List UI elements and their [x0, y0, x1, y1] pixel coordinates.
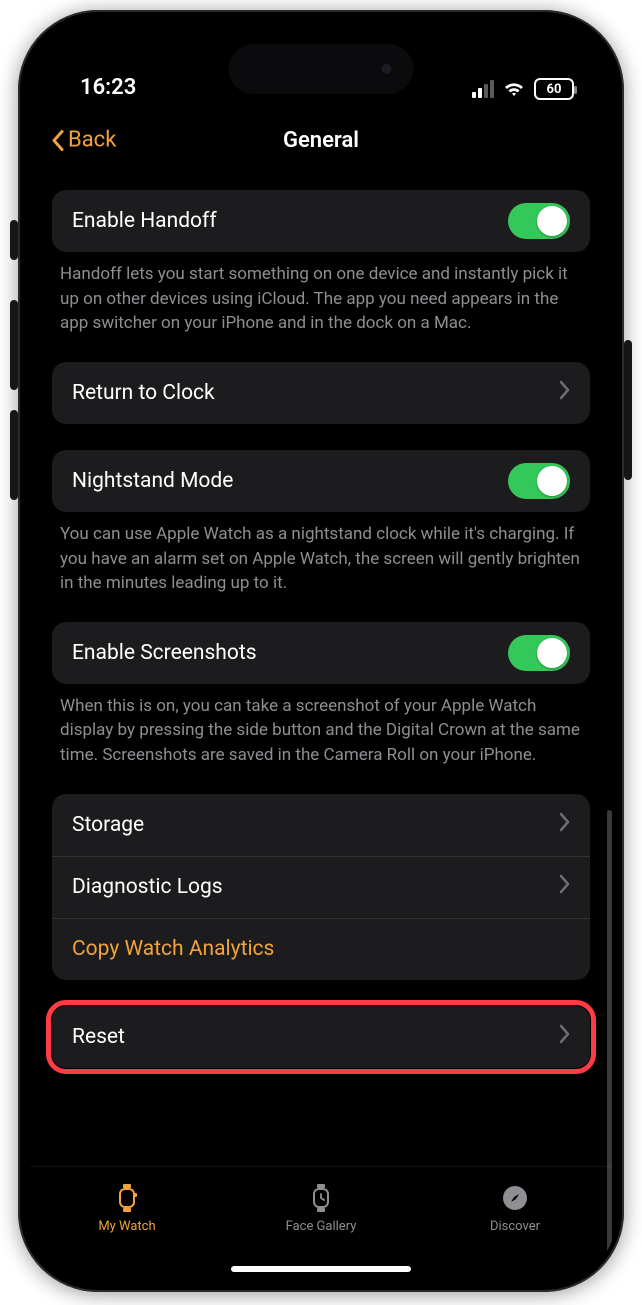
tab-label: My Watch — [98, 1219, 155, 1234]
row-label: Nightstand Mode — [72, 469, 508, 493]
tab-label: Discover — [490, 1219, 540, 1234]
row-label: Enable Handoff — [72, 209, 508, 233]
toggle-handoff[interactable] — [508, 203, 570, 239]
front-camera — [380, 62, 394, 76]
row-diagnostic-logs[interactable]: Diagnostic Logs — [52, 856, 590, 918]
side-button-silent — [10, 220, 18, 260]
tab-label: Face Gallery — [286, 1219, 357, 1234]
compass-icon — [500, 1183, 530, 1213]
row-label: Copy Watch Analytics — [72, 937, 570, 961]
back-label: Back — [68, 128, 116, 153]
row-label: Diagnostic Logs — [72, 875, 558, 899]
dynamic-island — [229, 44, 414, 94]
row-nightstand-mode[interactable]: Nightstand Mode — [52, 450, 590, 512]
side-button-power — [624, 340, 632, 480]
screenshots-description: When this is on, you can take a screensh… — [52, 684, 590, 768]
row-label: Reset — [72, 1025, 558, 1049]
watch-face-icon — [306, 1183, 336, 1213]
row-enable-screenshots[interactable]: Enable Screenshots — [52, 622, 590, 684]
chevron-right-icon — [558, 380, 570, 406]
tab-my-watch[interactable]: My Watch — [31, 1183, 223, 1234]
side-button-vol-up — [10, 300, 18, 390]
nightstand-description: You can use Apple Watch as a nightstand … — [52, 512, 590, 596]
page-title: General — [283, 128, 359, 153]
chevron-left-icon — [50, 128, 66, 152]
home-indicator[interactable] — [231, 1266, 411, 1272]
handoff-description: Handoff lets you start something on one … — [52, 252, 590, 336]
side-button-vol-down — [10, 410, 18, 500]
content: Enable Handoff Handoff lets you start so… — [24, 170, 618, 1068]
tab-face-gallery[interactable]: Face Gallery — [225, 1183, 417, 1234]
chevron-right-icon — [558, 812, 570, 838]
row-enable-handoff[interactable]: Enable Handoff — [52, 190, 590, 252]
cellular-signal-icon — [472, 80, 494, 98]
row-label: Return to Clock — [72, 381, 558, 405]
battery-level: 60 — [547, 82, 562, 97]
row-reset[interactable]: Reset — [52, 1006, 590, 1068]
chevron-right-icon — [558, 1024, 570, 1050]
wifi-icon — [502, 80, 526, 98]
back-button[interactable]: Back — [50, 128, 116, 153]
phone-frame: 16:23 60 Back General — [18, 10, 624, 1292]
row-return-to-clock[interactable]: Return to Clock — [52, 362, 590, 424]
battery-indicator: 60 — [534, 78, 574, 100]
watch-icon — [112, 1183, 142, 1213]
nav-bar: Back General — [24, 110, 618, 170]
tab-discover[interactable]: Discover — [419, 1183, 611, 1234]
toggle-screenshots[interactable] — [508, 635, 570, 671]
chevron-right-icon — [558, 874, 570, 900]
screen: 16:23 60 Back General — [24, 16, 618, 1286]
tab-bar: My Watch Face Gallery Discover — [30, 1166, 612, 1276]
row-label: Storage — [72, 813, 558, 837]
toggle-nightstand[interactable] — [508, 463, 570, 499]
row-label: Enable Screenshots — [72, 641, 508, 665]
status-time: 16:23 — [80, 75, 136, 100]
row-copy-watch-analytics[interactable]: Copy Watch Analytics — [52, 918, 590, 980]
row-storage[interactable]: Storage — [52, 794, 590, 856]
